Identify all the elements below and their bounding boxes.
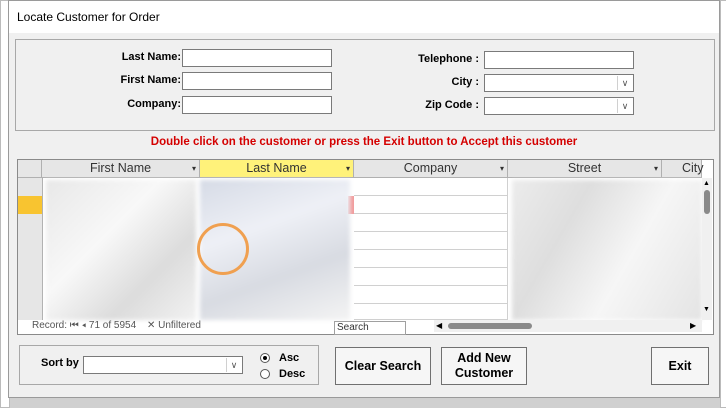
dialog-title: Locate Customer for Order: [17, 10, 160, 24]
first-name-input[interactable]: [182, 72, 332, 90]
city-combo[interactable]: ∨: [484, 74, 634, 92]
sort-by-label: Sort by: [41, 357, 79, 369]
column-header-first-name[interactable]: First Name ▾: [42, 160, 200, 178]
chevron-down-icon[interactable]: ∨: [617, 76, 632, 90]
column-header-last-name[interactable]: Last Name ▾: [200, 160, 354, 178]
telephone-input[interactable]: [484, 51, 634, 69]
table-cell[interactable]: [354, 178, 508, 196]
zip-code-label: Zip Code :: [425, 99, 479, 111]
table-cell[interactable]: [354, 214, 508, 232]
asc-radio[interactable]: [260, 353, 270, 363]
grid-search-box[interactable]: Search: [334, 321, 406, 335]
record-navigation-bar: Record: ⏮ ◂ 71 of 5954 ✕ Unfiltered: [32, 320, 332, 334]
background-app-right: [720, 0, 726, 408]
title-bar: Locate Customer for Order: [9, 1, 719, 33]
exit-button[interactable]: Exit: [651, 347, 709, 385]
filter-status[interactable]: Unfiltered: [158, 320, 201, 331]
company-input[interactable]: [182, 96, 332, 114]
zip-code-combo[interactable]: ∨: [484, 97, 634, 115]
redacted-street-city: [512, 180, 702, 320]
click-indicator: [197, 223, 249, 275]
record-counter[interactable]: 71 of 5954: [89, 320, 136, 331]
table-cell[interactable]: [354, 232, 508, 250]
column-filter-icon[interactable]: ▾: [346, 160, 350, 177]
vertical-scroll-thumb[interactable]: [704, 190, 710, 214]
city-label: City :: [451, 76, 480, 88]
telephone-label: Telephone :: [418, 53, 479, 65]
column-filter-icon[interactable]: ▾: [654, 160, 658, 177]
company-label: Company:: [127, 98, 181, 110]
column-header-company[interactable]: Company ▾: [354, 160, 508, 178]
grid-corner: [18, 160, 42, 178]
scroll-down-icon[interactable]: ▼: [703, 306, 710, 313]
sort-by-combo[interactable]: ∨: [83, 356, 243, 374]
desc-label: Desc: [279, 368, 306, 380]
column-filter-icon[interactable]: ▾: [500, 160, 504, 177]
last-name-input[interactable]: [182, 49, 332, 67]
chevron-down-icon[interactable]: ∨: [226, 358, 241, 372]
filter-icon: ✕: [146, 320, 156, 331]
horizontal-scrollbar[interactable]: ◀ ▶: [434, 320, 702, 332]
column-header-street[interactable]: Street ▾: [508, 160, 662, 178]
current-record-indicator[interactable]: [18, 196, 42, 214]
scroll-up-icon[interactable]: ▲: [703, 180, 710, 187]
asc-label: Asc: [279, 352, 300, 364]
prev-record-icon[interactable]: ◂: [82, 320, 87, 331]
last-name-label: Last Name:: [121, 51, 181, 63]
chevron-down-icon[interactable]: ∨: [617, 99, 632, 113]
table-cell[interactable]: [354, 286, 508, 304]
first-record-icon[interactable]: ⏮: [70, 320, 79, 331]
table-cell[interactable]: [354, 250, 508, 268]
column-header-city[interactable]: City: [662, 160, 704, 178]
redacted-first-names: [46, 180, 196, 320]
record-label: Record:: [32, 320, 68, 331]
table-cell[interactable]: [354, 196, 508, 214]
first-name-label: First Name:: [120, 74, 181, 86]
desc-radio[interactable]: [260, 369, 270, 379]
add-new-customer-button[interactable]: Add New Customer: [441, 347, 527, 385]
locate-customer-dialog: Locate Customer for Order Last Name: Fir…: [8, 0, 720, 398]
scroll-left-icon[interactable]: ◀: [436, 321, 442, 330]
customer-grid[interactable]: First Name ▾ Last Name ▾ Company ▾ Street ▾ …: [17, 159, 714, 335]
instruction-text: Double click on the customer or press th…: [150, 136, 578, 148]
scroll-right-icon[interactable]: ▶: [690, 321, 696, 330]
table-cell[interactable]: [354, 268, 508, 286]
horizontal-scroll-thumb[interactable]: [448, 323, 532, 329]
clear-search-button[interactable]: Clear Search: [335, 347, 431, 385]
vertical-scrollbar[interactable]: ▲ ▼: [702, 178, 712, 320]
table-cell[interactable]: [354, 304, 508, 320]
column-filter-icon[interactable]: ▾: [192, 160, 196, 177]
